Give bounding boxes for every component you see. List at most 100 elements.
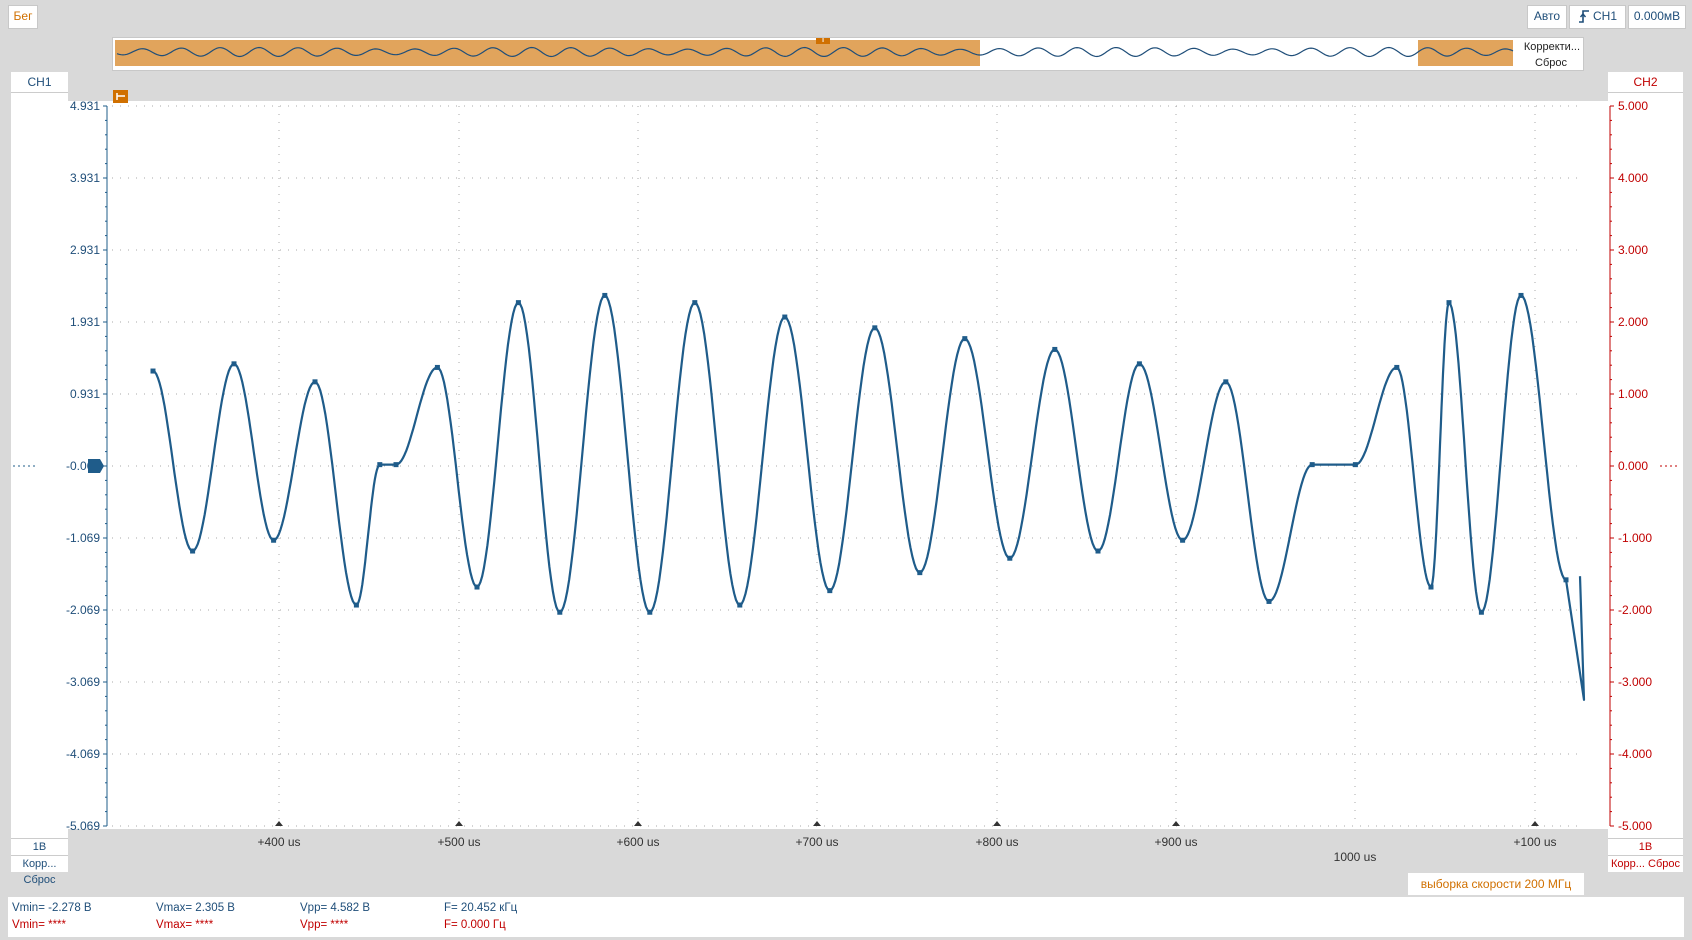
time-tick-marker: [275, 821, 283, 826]
ch1-data-point: [827, 588, 833, 594]
ch1-data-point: [312, 379, 318, 385]
ch1-tick-label: -1.069: [66, 531, 100, 545]
ch1-data-point: [1007, 555, 1013, 561]
ch1-tick-label: -3.069: [66, 675, 100, 689]
ch1-frequency: F= 20.452 кГц: [444, 902, 518, 914]
ch2-correction-button[interactable]: Корр...: [1611, 858, 1645, 870]
waveform-overview[interactable]: T Корректи... Сброс: [112, 37, 1584, 71]
ch1-waveform: [152, 294, 1586, 701]
ch1-data-point: [647, 609, 653, 615]
time-tick-marker: [634, 821, 642, 826]
overview-correction-button[interactable]: Корректи...: [1524, 41, 1580, 53]
ch1-data-point: [271, 537, 277, 543]
overview-reset-button[interactable]: Сброс: [1535, 57, 1567, 69]
ch1-data-point: [1446, 300, 1452, 306]
ch1-data-point: [962, 336, 968, 342]
ch1-data-point: [150, 368, 156, 374]
time-tick-label: +600 us: [616, 835, 659, 849]
ch1-tick-label: 3.931: [70, 171, 100, 185]
ch1-vmin: Vmin= -2.278 В: [12, 902, 92, 914]
overview-waveform: T: [115, 38, 1514, 66]
ch2-vpp: Vpp= ****: [300, 919, 349, 931]
ch1-data-point: [1095, 548, 1101, 554]
ch1-tick-label: 0.931: [70, 387, 100, 401]
ch1-data-point: [1180, 537, 1186, 543]
ch1-data-point: [377, 462, 383, 468]
ch1-data-point: [1266, 598, 1272, 604]
ch1-tick-label: 4.931: [70, 99, 100, 113]
ch2-label[interactable]: CH2: [1608, 72, 1683, 93]
overview-window-right: [1418, 40, 1513, 66]
ch1-tick-label: 1.931: [70, 315, 100, 329]
trigger-level-button[interactable]: 0.000мВ: [1628, 5, 1686, 29]
time-tick-marker: [1172, 821, 1180, 826]
ch1-tick-label: -2.069: [66, 603, 100, 617]
ch1-data-point: [1309, 462, 1315, 468]
ch1-data-point: [190, 548, 196, 554]
ch1-data-point: [434, 364, 440, 370]
ch1-label[interactable]: CH1: [11, 72, 68, 93]
time-tick-marker: [813, 821, 821, 826]
ch1-data-point: [231, 361, 237, 367]
ch1-data-point: [782, 314, 788, 320]
time-tick-marker: [455, 821, 463, 826]
ch1-data-point: [1136, 361, 1142, 367]
ch1-tick-label: 2.931: [70, 243, 100, 257]
overview-window-left: [115, 40, 980, 66]
measurement-panel: Vmin= -2.278 В Vmax= 2.305 В Vpp= 4.582 …: [8, 897, 1684, 937]
scope-display: 4.931 3.931 2.931 1.931 0.931 -0.069 -1.069 -2.…: [13, 90, 1680, 849]
time-tick-label: +700 us: [795, 835, 838, 849]
ch2-vmin: Vmin= ****: [12, 919, 67, 931]
ch2-vmax: Vmax= ****: [156, 919, 214, 931]
ch1-footer: Корр... Сброс: [11, 856, 68, 886]
ch1-data-point: [1052, 346, 1058, 352]
ch1-axis-panel: CH1 1В Корр... Сброс: [11, 72, 68, 886]
ch1-tick-label: -0.069: [66, 459, 100, 473]
time-tick-label: +100 us: [1513, 835, 1556, 849]
trigger-level-marker: [113, 90, 128, 103]
rising-edge-icon: [1578, 10, 1589, 23]
trigger-mode-button[interactable]: Авто: [1527, 5, 1567, 29]
time-tick-marker: [1531, 821, 1539, 826]
trigger-source-label: CH1: [1592, 9, 1617, 23]
ch2-axis-panel: CH2 1В Корр... Сброс: [1608, 72, 1683, 872]
time-tick-label: +400 us: [257, 835, 300, 849]
sample-rate-label: выборка скорости 200 МГц: [1408, 873, 1584, 895]
ch1-data-point: [557, 609, 563, 615]
ch1-data-point: [692, 300, 698, 306]
ch1-data-point: [602, 292, 608, 298]
time-tick-label: +800 us: [975, 835, 1018, 849]
ch2-reset-button[interactable]: Сброс: [1648, 858, 1680, 870]
overview-trigger-label: T: [820, 38, 826, 45]
ch1-data-point: [1478, 609, 1484, 615]
ch1-data-point: [1563, 577, 1569, 583]
time-tick-label: +900 us: [1154, 835, 1197, 849]
ch1-data-point: [393, 462, 399, 468]
plot-background: [107, 101, 1585, 829]
ch1-tick-label: -5.069: [66, 819, 100, 833]
ch1-correction-button[interactable]: Корр...: [23, 858, 57, 870]
ch1-ground-marker: [88, 459, 104, 473]
ch1-data-point: [353, 602, 359, 608]
trigger-level-glyph: [116, 93, 125, 100]
time-tick-marker: [993, 821, 1001, 826]
ch2-frequency: F= 0.000 Гц: [444, 919, 506, 931]
ch1-data-point: [515, 300, 521, 306]
ch1-tick-column: [68, 101, 108, 829]
ch1-vmax: Vmax= 2.305 В: [156, 902, 235, 914]
run-button[interactable]: Бег: [8, 5, 38, 29]
ch1-data-point: [1518, 292, 1524, 298]
ch1-vpp: Vpp= 4.582 В: [300, 902, 371, 914]
ch1-data-point: [1394, 364, 1400, 370]
time-tick-label: +500 us: [437, 835, 480, 849]
ch1-data-point: [917, 570, 923, 576]
ch2-footer: Корр... Сброс: [1608, 856, 1683, 872]
trigger-source-button[interactable]: CH1: [1569, 5, 1626, 29]
ch1-tick-label: -4.069: [66, 747, 100, 761]
time-end-label: 1000 us: [1333, 850, 1377, 864]
ch1-data-point: [737, 602, 743, 608]
ch1-scale[interactable]: 1В: [11, 838, 68, 856]
ch1-data-point: [1428, 584, 1434, 590]
ch1-reset-button[interactable]: Сброс: [24, 874, 56, 886]
ch2-scale[interactable]: 1В: [1608, 838, 1683, 856]
